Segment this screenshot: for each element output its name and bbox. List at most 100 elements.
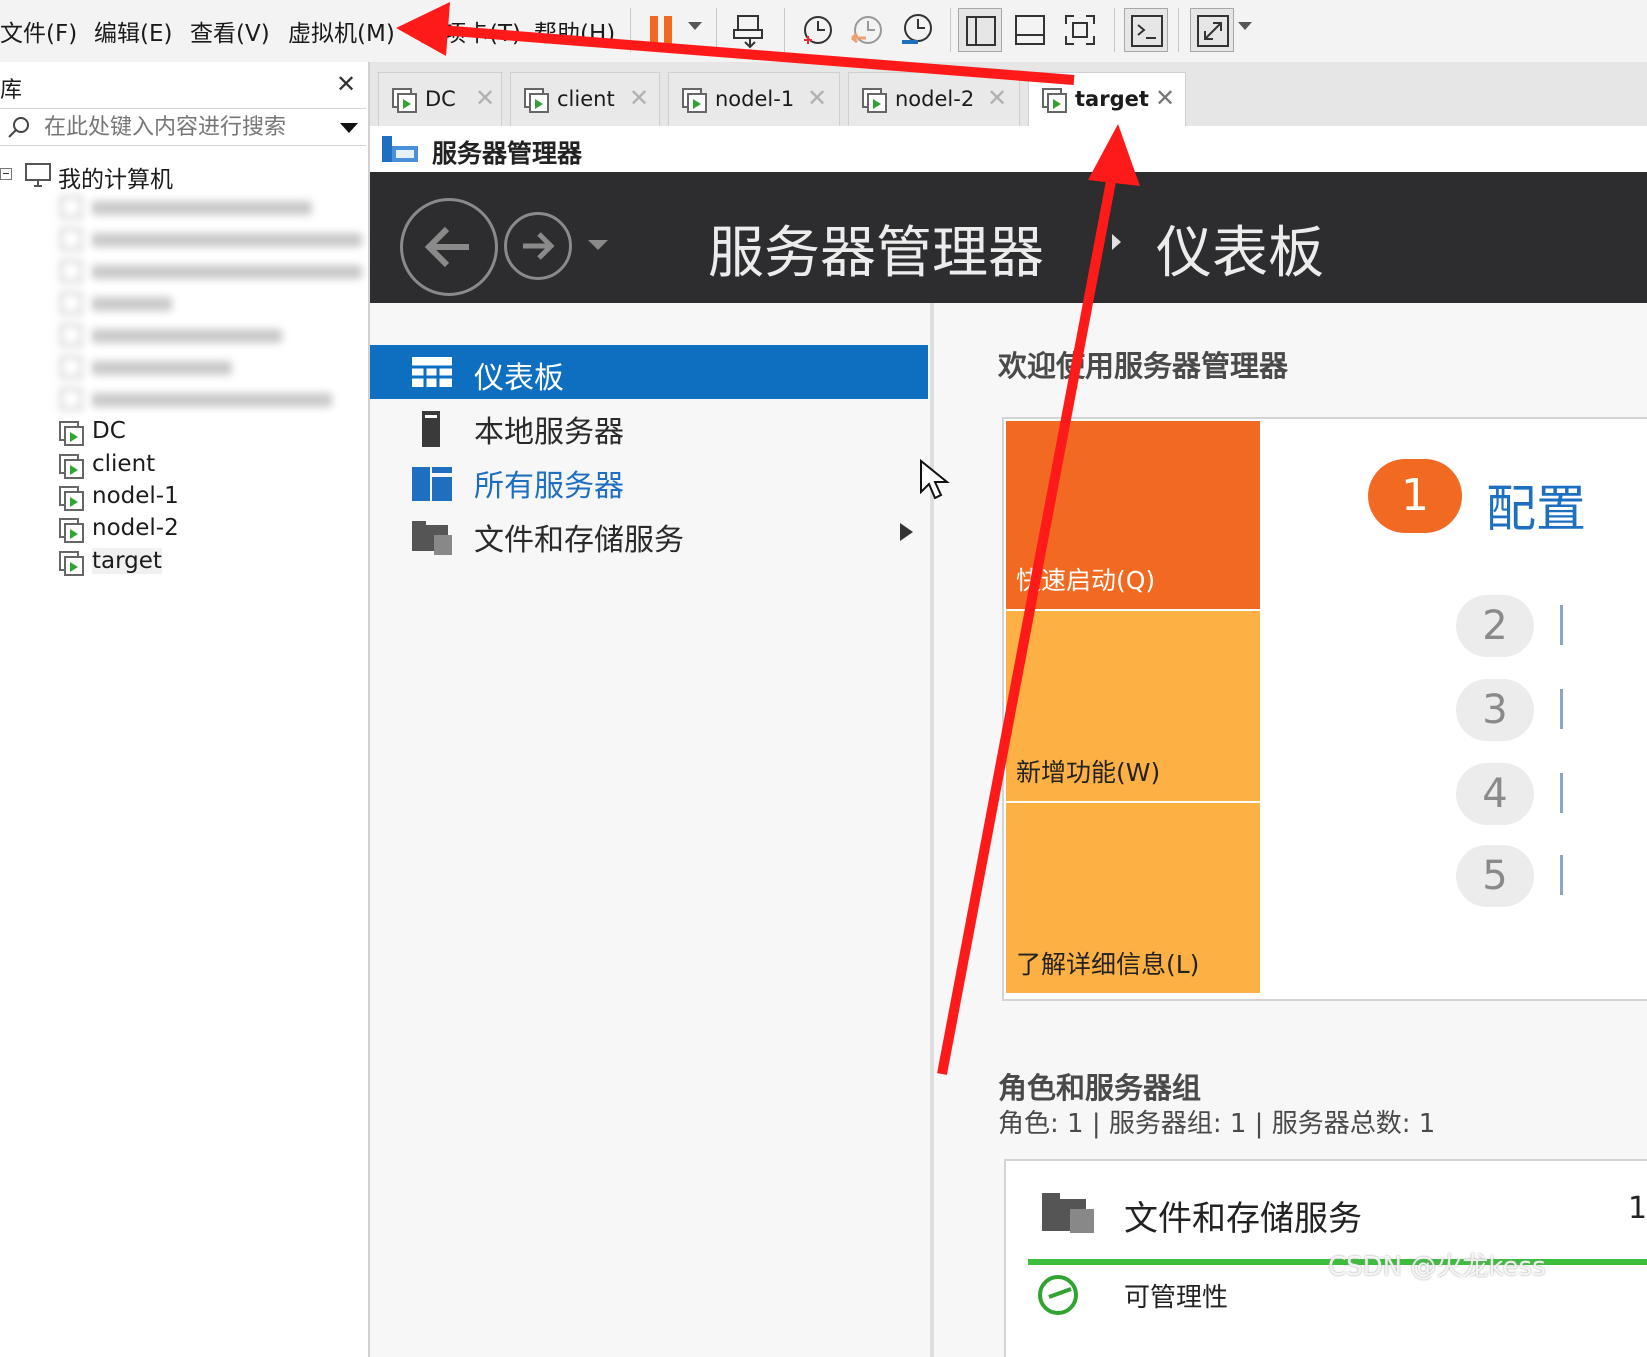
library-search xyxy=(0,108,366,146)
step-link-truncated[interactable] xyxy=(1560,855,1603,895)
watermark: CSDN @火龙kess xyxy=(1328,1252,1546,1282)
tab-dc[interactable]: DC ✕ xyxy=(378,72,502,126)
vm-icon xyxy=(524,88,549,113)
menu-vm[interactable]: 虚拟机(M) xyxy=(288,14,395,48)
tab-close-icon[interactable]: ✕ xyxy=(807,84,827,112)
file-storage-icon xyxy=(1042,1193,1094,1233)
menu-help[interactable]: 帮助(H) xyxy=(534,14,615,48)
pause-dropdown-icon[interactable] xyxy=(688,22,702,30)
toolbar-separator xyxy=(716,8,717,52)
forward-button[interactable] xyxy=(504,212,572,280)
search-dropdown-icon[interactable] xyxy=(340,123,358,133)
vm-tab-strip: DC ✕ client ✕ nodel-1 ✕ nodel-2 ✕ target… xyxy=(370,62,1647,126)
tab-close-icon[interactable]: ✕ xyxy=(475,84,495,112)
vm-icon xyxy=(392,88,417,113)
step-number-badge: 4 xyxy=(1456,763,1534,825)
stretch-dropdown-icon[interactable] xyxy=(1238,22,1252,30)
revert-snapshot-icon[interactable] xyxy=(844,8,888,52)
back-button[interactable] xyxy=(400,198,498,296)
full-screen-icon[interactable] xyxy=(1058,8,1102,52)
pause-icon[interactable] xyxy=(640,8,684,52)
show-library-icon[interactable] xyxy=(958,8,1002,52)
tab-label: target xyxy=(1075,87,1149,111)
tab-close-icon[interactable]: ✕ xyxy=(987,84,1007,112)
send-ctrl-alt-del-icon[interactable] xyxy=(728,8,772,52)
file-storage-icon xyxy=(412,521,452,555)
role-card-manageability[interactable]: 可管理性 xyxy=(1124,1277,1228,1314)
tile-learn-more[interactable]: 了解详细信息(L) xyxy=(1006,803,1260,993)
server-manager-icon xyxy=(382,136,418,162)
toolbar-separator xyxy=(630,8,631,52)
nav-item-label: 本地服务器 xyxy=(474,415,624,450)
vm-icon xyxy=(59,518,84,543)
tab-close-icon[interactable]: ✕ xyxy=(1155,84,1175,112)
nav-item-label: 所有服务器 xyxy=(474,469,624,504)
toolbar-separator xyxy=(784,8,785,52)
all-servers-icon xyxy=(412,467,452,501)
nav-item-label: 文件和存储服务 xyxy=(474,523,684,558)
welcome-title: 欢迎使用服务器管理器 xyxy=(998,349,1289,383)
vm-item-label: client xyxy=(92,451,156,477)
collapse-icon[interactable] xyxy=(0,168,12,180)
expand-chevron-icon[interactable] xyxy=(900,523,913,541)
tile-whats-new[interactable]: 新增功能(W) xyxy=(1006,611,1260,801)
welcome-tile-box: 快速启动(Q) 新增功能(W) 了解详细信息(L) 1 配置 2 3 4 5 xyxy=(1002,417,1647,1001)
dashboard-icon xyxy=(412,357,452,387)
toolbar-separator xyxy=(1178,8,1179,52)
tab-label: DC xyxy=(425,87,456,111)
status-ok-icon xyxy=(1038,1275,1078,1315)
step-number-badge: 1 xyxy=(1368,459,1462,533)
tab-close-icon[interactable]: ✕ xyxy=(629,84,649,112)
menu-file[interactable]: 文件(F) xyxy=(0,14,77,48)
role-card-file-storage[interactable]: 文件和存储服务 1 可管理性 xyxy=(1004,1159,1647,1357)
tab-nodel-1[interactable]: nodel-1 ✕ xyxy=(668,72,840,126)
tile-quick-start[interactable]: 快速启动(Q) xyxy=(1006,421,1260,609)
library-close-icon[interactable]: ✕ xyxy=(336,70,356,98)
menu-view[interactable]: 查看(V) xyxy=(190,14,270,48)
library-title: 库 xyxy=(0,78,23,103)
nav-item-local-server[interactable]: 本地服务器 xyxy=(370,399,928,453)
step-number-badge: 5 xyxy=(1456,845,1534,907)
tree-root-label: 我的计算机 xyxy=(58,167,173,193)
toolbar-separator xyxy=(1114,8,1115,52)
menu-edit[interactable]: 编辑(E) xyxy=(94,14,172,48)
tab-nodel-2[interactable]: nodel-2 ✕ xyxy=(848,72,1020,126)
window-title: 服务器管理器 xyxy=(432,139,583,168)
tab-label: nodel-2 xyxy=(895,87,975,111)
thumbnail-bar-icon[interactable] xyxy=(1008,8,1052,52)
step-1-link[interactable]: 配置 xyxy=(1486,469,1586,541)
roles-section-title: 角色和服务器组 xyxy=(998,1071,1202,1105)
back-arrow-icon xyxy=(424,226,469,268)
server-icon xyxy=(422,411,440,447)
nav-item-file-storage[interactable]: 文件和存储服务 xyxy=(370,507,928,561)
step-link-truncated[interactable] xyxy=(1560,773,1603,813)
toolbar-separator xyxy=(950,8,951,52)
step-link-truncated[interactable] xyxy=(1560,689,1603,729)
vm-icon xyxy=(1042,88,1067,113)
history-dropdown-icon[interactable] xyxy=(588,240,608,250)
console-view-icon[interactable] xyxy=(1124,8,1168,52)
vm-item-label: nodel-1 xyxy=(92,483,179,509)
server-manager-header: 服务器管理器 仪表板 xyxy=(370,172,1647,303)
step-link-truncated[interactable] xyxy=(1560,605,1603,645)
snapshot-manager-icon[interactable] xyxy=(894,8,938,52)
search-icon xyxy=(8,117,29,138)
stretch-guest-icon[interactable] xyxy=(1190,8,1234,52)
vm-icon xyxy=(59,551,84,576)
tab-target[interactable]: target ✕ xyxy=(1028,72,1186,126)
library-search-input[interactable] xyxy=(42,111,331,143)
server-manager-nav: 仪表板 本地服务器 所有服务器 文件和存储服务 xyxy=(370,303,934,1357)
step-number-badge: 3 xyxy=(1456,679,1534,741)
snapshot-icon[interactable] xyxy=(794,8,838,52)
tab-label: client xyxy=(557,87,615,111)
vm-icon xyxy=(59,421,84,446)
forward-arrow-icon xyxy=(523,232,555,260)
vm-icon xyxy=(59,486,84,511)
nav-item-all-servers[interactable]: 所有服务器 xyxy=(370,453,928,507)
vm-guest-screen[interactable]: 服务器管理器 服务器管理器 仪表板 仪表板 本地服务器 所有服务器 文件和存储服… xyxy=(370,126,1647,1357)
menu-tabs[interactable]: 选项卡(T) xyxy=(420,14,521,48)
nav-item-dashboard[interactable]: 仪表板 xyxy=(370,345,928,399)
tab-client[interactable]: client ✕ xyxy=(510,72,660,126)
dashboard-content: 欢迎使用服务器管理器 快速启动(Q) 新增功能(W) 了解详细信息(L) 1 配… xyxy=(934,303,1647,1357)
mouse-cursor-icon xyxy=(920,458,950,500)
